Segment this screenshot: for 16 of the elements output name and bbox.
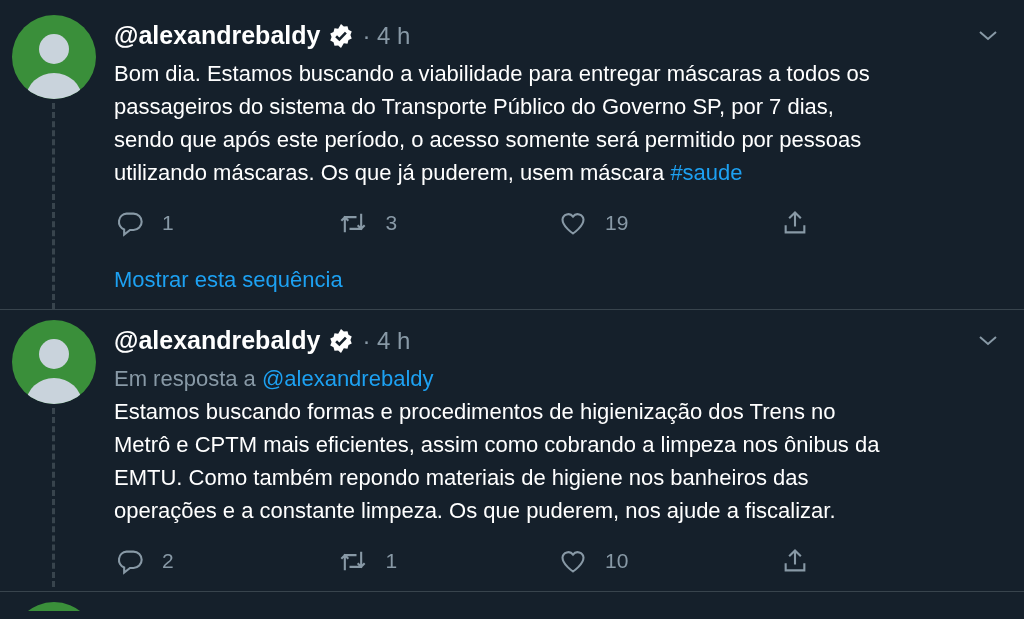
reply-context: Em resposta a @alexandrebaldy [114,365,435,393]
action-count: 2 [162,548,174,575]
tweet-text: Estamos buscando formas e procedimentos de higienização dos Trens no Metrô e CPTM mais eficientes, assim como cobrando a limpeza nos ônibus da EMTU. Como também repondo materiais de higiene nos banheiros das operações e a constante limpeza. Os que puderem, nos ajude a fiscalizar. [114,398,881,525]
tweet-text: Bom dia. Estamos buscando a viabilidade para entregar máscaras a todos os passageiros do sistema do Transporte Público do Governo SP, por 7 dias, sendo que após este período, o acesso somente será permitido por pessoas utilizando máscaras. Os que já puderem, usem máscara #saude [114,60,871,187]
action-count: 1 [162,210,174,237]
username[interactable]: @alexandrebaldy [114,17,321,55]
username[interactable]: @alexandrebaldy [114,322,321,360]
hashtag-link[interactable]: #saude [670,160,743,185]
timestamp[interactable]: · 4 h [362,18,411,54]
action-count: 1 [385,548,398,575]
action-count: 19 [605,210,629,237]
show-thread-link[interactable]: Mostrar esta sequência [114,263,1000,303]
mention-link[interactable]: @alexandrebaldy [261,366,434,391]
action-count: 3 [385,210,398,237]
action-count: 10 [605,548,629,575]
timestamp[interactable]: · 4 h [362,323,411,359]
